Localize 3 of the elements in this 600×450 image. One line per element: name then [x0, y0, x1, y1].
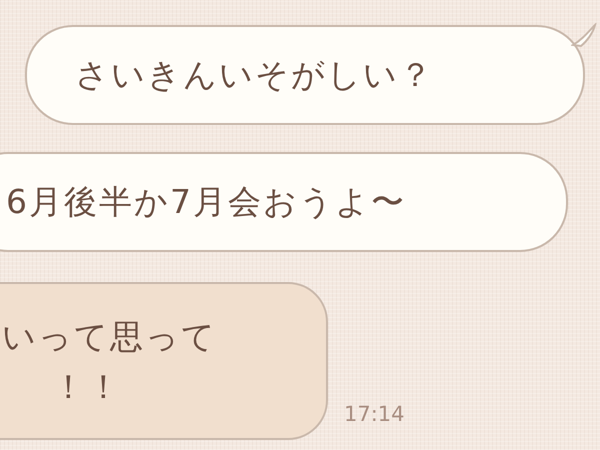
message-bubble: いって思って ！！ — [0, 282, 328, 440]
message-time: 17:14 — [344, 402, 405, 426]
message-bubble: 6月後半か7月会おうよ〜 — [0, 152, 568, 252]
